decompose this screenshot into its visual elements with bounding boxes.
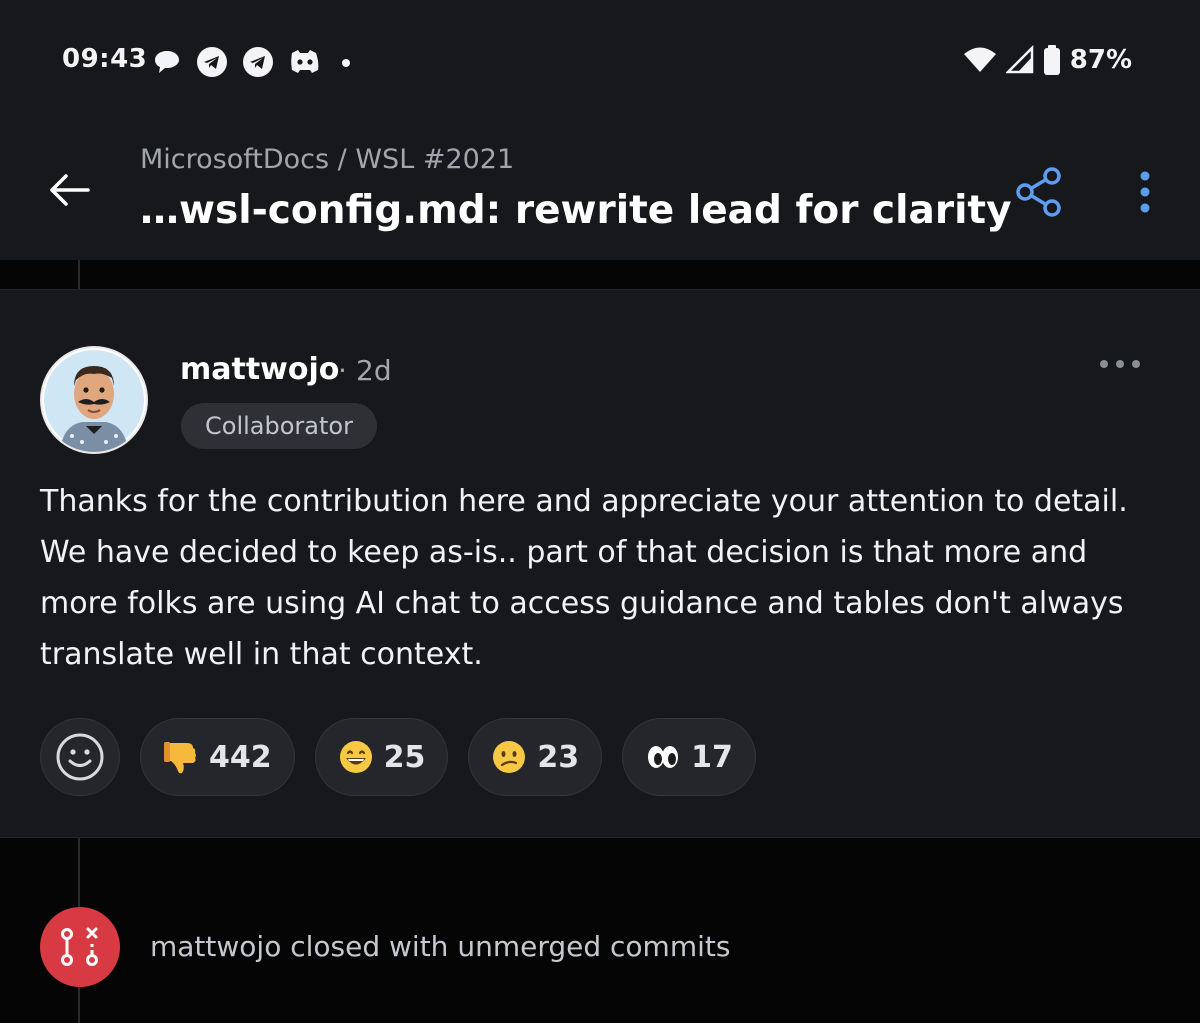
reaction-thumbs-down[interactable]: 442	[140, 718, 295, 796]
comment-more-icon[interactable]	[1098, 358, 1142, 370]
timeline-event-text: mattwojo closed with unmerged commits	[150, 930, 731, 963]
reaction-eyes[interactable]: 17	[622, 718, 756, 796]
telegram-icon	[197, 47, 227, 77]
thumbs-down-icon	[164, 742, 196, 774]
discord-icon	[291, 50, 319, 73]
pull-request-closed-icon	[61, 927, 98, 966]
overflow-menu-icon[interactable]	[1130, 170, 1160, 214]
comment-card: mattwojo · 2d Collaborator Thanks for th…	[0, 289, 1200, 838]
avatar[interactable]	[40, 346, 148, 454]
chat-bubble-icon	[155, 51, 179, 73]
comment-author[interactable]: mattwojo	[180, 352, 339, 387]
dot-icon	[342, 59, 350, 67]
reaction-count: 25	[383, 739, 426, 775]
role-badge: Collaborator	[181, 403, 377, 449]
add-reaction-button[interactable]	[40, 718, 120, 796]
clock: 09:43	[62, 44, 148, 74]
comment-timestamp: 2d	[356, 354, 392, 387]
timeline-connector	[78, 987, 80, 1023]
reaction-confused[interactable]: 23	[468, 718, 603, 796]
reaction-count: 23	[537, 739, 580, 775]
share-icon[interactable]	[1014, 166, 1064, 218]
battery-icon	[1043, 45, 1060, 75]
system-icons: 87%	[962, 44, 1132, 76]
back-arrow-icon[interactable]	[48, 172, 92, 208]
reaction-bar: 442 25 23 17	[40, 718, 756, 796]
reaction-count: 17	[691, 739, 733, 775]
avatar-illustration	[44, 350, 144, 452]
timeline-connector	[78, 260, 80, 289]
battery-percentage: 87%	[1069, 45, 1132, 75]
grinning-face-icon	[339, 741, 372, 773]
status-bar: 09:43 87%	[0, 0, 1200, 120]
meta-separator: ·	[338, 354, 347, 387]
breadcrumb[interactable]: MicrosoftDocs / WSL #2021	[140, 144, 514, 175]
reaction-laugh[interactable]: 25	[314, 718, 449, 796]
signal-icon	[1005, 45, 1034, 74]
confused-face-icon	[493, 741, 526, 773]
page-title: …wsl-config.md: rewrite lead for clarity	[140, 188, 1012, 233]
reaction-count: 442	[209, 739, 272, 775]
closed-pr-badge	[40, 907, 120, 987]
timeline-connector	[78, 837, 80, 907]
wifi-icon	[963, 47, 996, 72]
app-bar: MicrosoftDocs / WSL #2021 …wsl-config.md…	[0, 120, 1200, 260]
smiley-icon	[56, 733, 104, 781]
telegram-icon	[243, 47, 273, 77]
eyes-icon	[648, 746, 679, 768]
notification-icons	[152, 46, 356, 78]
comment-body: Thanks for the contribution here and app…	[40, 484, 1128, 672]
